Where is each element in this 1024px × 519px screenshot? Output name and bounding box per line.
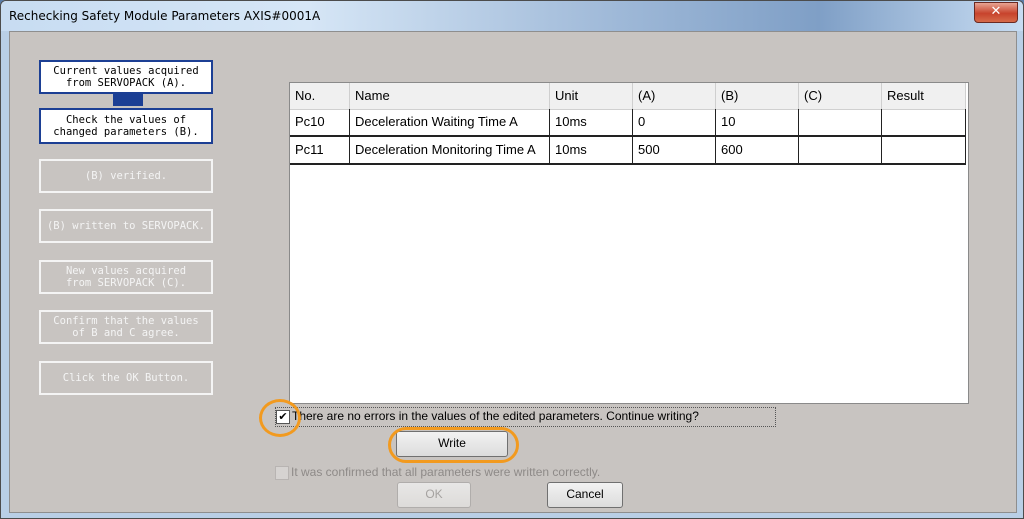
dialog-window: Rechecking Safety Module Parameters AXIS… [0, 0, 1024, 519]
cancel-button[interactable]: Cancel [547, 482, 623, 508]
table-row[interactable]: Pc11 Deceleration Monitoring Time A 10ms… [290, 137, 966, 165]
step-acquire-new: New values acquired from SERVOPACK (C). [39, 260, 213, 294]
table-cell: Deceleration Waiting Time A [350, 109, 550, 135]
window-title: Rechecking Safety Module Parameters AXIS… [9, 9, 321, 23]
table-cell [799, 109, 882, 135]
column-header[interactable]: Name [350, 83, 550, 109]
highlight-ring-write [388, 427, 519, 463]
step-connector [113, 94, 143, 106]
table-cell: Pc11 [290, 137, 350, 163]
parameter-table[interactable]: No. Name Unit (A) (B) (C) Result Pc10 De… [289, 82, 969, 404]
title-bar[interactable]: Rechecking Safety Module Parameters AXIS… [1, 1, 1023, 31]
step-check-changed: Check the values of changed parameters (… [39, 108, 213, 144]
column-header[interactable]: No. [290, 83, 350, 109]
table-cell [799, 137, 882, 163]
close-icon: ✕ [990, 4, 1002, 19]
written-confirmed-label: It was confirmed that all parameters wer… [291, 465, 601, 479]
column-header[interactable]: Result [882, 83, 966, 109]
table-cell [882, 137, 966, 163]
table-cell: 10ms [550, 109, 633, 135]
column-header[interactable]: Unit [550, 83, 633, 109]
table-header: No. Name Unit (A) (B) (C) Result [290, 83, 966, 110]
table-cell: 600 [716, 137, 799, 163]
column-header[interactable]: (A) [633, 83, 716, 109]
confirm-no-errors-label[interactable]: There are no errors in the values of the… [292, 409, 699, 423]
ok-button: OK [397, 482, 471, 508]
table-cell: 500 [633, 137, 716, 163]
step-written: (B) written to SERVOPACK. [39, 209, 213, 243]
column-header[interactable]: (B) [716, 83, 799, 109]
close-button[interactable]: ✕ [974, 2, 1018, 23]
table-cell: Deceleration Monitoring Time A [350, 137, 550, 163]
table-cell: 10 [716, 109, 799, 135]
highlight-ring-checkbox [259, 399, 301, 437]
step-confirm-agree: Confirm that the values of B and C agree… [39, 310, 213, 344]
column-header[interactable]: (C) [799, 83, 882, 109]
step-verified: (B) verified. [39, 159, 213, 193]
step-acquire-current: Current values acquired from SERVOPACK (… [39, 60, 213, 94]
written-confirmed-checkbox [275, 466, 289, 480]
table-cell: 10ms [550, 137, 633, 163]
table-row[interactable]: Pc10 Deceleration Waiting Time A 10ms 0 … [290, 109, 966, 137]
table-cell [882, 109, 966, 135]
step-click-ok: Click the OK Button. [39, 361, 213, 395]
confirm-no-errors-row[interactable]: ✔ There are no errors in the values of t… [275, 407, 776, 427]
table-cell: Pc10 [290, 109, 350, 135]
table-cell: 0 [633, 109, 716, 135]
